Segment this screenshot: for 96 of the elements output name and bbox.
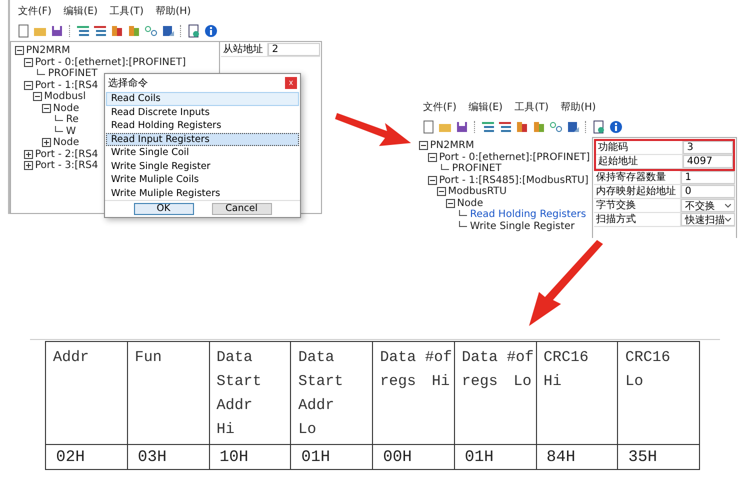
menu-item[interactable]: 编辑(E) bbox=[64, 4, 98, 18]
tree-item[interactable]: PROFINET bbox=[48, 68, 98, 80]
command-item[interactable]: Write Muliple Coils bbox=[106, 173, 299, 186]
table-header-cell: Data #of regs Lo bbox=[454, 342, 536, 444]
close-button[interactable]: x bbox=[285, 77, 297, 89]
list-icon[interactable] bbox=[498, 120, 512, 134]
menu-item[interactable]: 工具(T) bbox=[110, 4, 144, 18]
command-item[interactable]: Write Muliple Registers bbox=[106, 186, 299, 200]
table-header-cell: Data Start Addr Hi bbox=[209, 342, 291, 444]
new-file-icon[interactable] bbox=[421, 120, 435, 134]
table-header-cell: Fun bbox=[127, 342, 209, 444]
table-cell: 01H bbox=[290, 444, 372, 470]
collapse-icon[interactable] bbox=[24, 80, 33, 90]
link-icon[interactable] bbox=[144, 24, 158, 38]
table-header-cell: Addr bbox=[46, 342, 128, 444]
tree-item[interactable]: Port - 0:[ethernet]:[PROFINET] bbox=[35, 56, 186, 68]
table-cell: 03H bbox=[127, 444, 209, 470]
table-cell: 02H bbox=[46, 444, 128, 470]
tree-item[interactable]: Modbusl bbox=[44, 91, 86, 102]
command-item[interactable]: Read Holding Registers bbox=[106, 119, 299, 132]
collapse-icon[interactable] bbox=[428, 152, 437, 162]
property-field[interactable]: 1 bbox=[681, 171, 735, 184]
property-label: 内存映射起始地址 bbox=[594, 185, 681, 198]
tree-item[interactable]: Port - 1:[RS485]:[ModbusRTU] bbox=[439, 174, 589, 186]
property-dropdown[interactable]: 快速扫描 bbox=[681, 213, 735, 226]
collapse-icon[interactable] bbox=[42, 104, 51, 113]
property-dropdown[interactable]: 不交换 bbox=[681, 199, 735, 212]
tree-item[interactable]: Node bbox=[53, 102, 80, 114]
collapse-icon[interactable] bbox=[33, 92, 42, 102]
save-icon[interactable] bbox=[50, 24, 64, 38]
expand-icon[interactable] bbox=[42, 138, 51, 148]
table-header-cell: Data Start Addr Lo bbox=[290, 342, 372, 444]
menu-item[interactable]: 文件(F) bbox=[423, 100, 457, 114]
menu-item[interactable]: 工具(T) bbox=[514, 100, 549, 114]
expand-icon[interactable] bbox=[24, 161, 33, 170]
property-label: 字节交换 bbox=[594, 199, 681, 212]
tree-item[interactable]: PN2MRM bbox=[26, 45, 70, 56]
tree-item[interactable]: PROFINET bbox=[452, 163, 502, 174]
tree-item[interactable]: ModbusRTU bbox=[448, 186, 507, 198]
collapse-icon[interactable] bbox=[446, 198, 455, 208]
ok-button[interactable]: OK bbox=[134, 203, 194, 215]
collapse-icon[interactable] bbox=[419, 141, 428, 150]
info-icon[interactable] bbox=[609, 120, 623, 134]
property-label: 从站地址 bbox=[221, 43, 268, 56]
info-icon[interactable] bbox=[204, 24, 218, 38]
tree-item[interactable]: W bbox=[66, 126, 76, 137]
chevron-down-icon bbox=[725, 204, 731, 208]
collapse-icon[interactable] bbox=[437, 187, 446, 196]
tree-item[interactable]: Node bbox=[457, 198, 484, 209]
dialog-title: 选择命令 bbox=[108, 76, 148, 90]
tree-item[interactable]: PN2MRM bbox=[430, 140, 474, 152]
collapse-icon[interactable] bbox=[24, 58, 33, 67]
menu-item[interactable]: 帮助(H) bbox=[560, 100, 596, 114]
tree-item[interactable]: Read Holding Registers bbox=[470, 209, 586, 220]
menu-item[interactable]: 帮助(H) bbox=[156, 4, 191, 18]
menu-item[interactable]: 文件(F) bbox=[18, 4, 52, 18]
table-cell: 00H bbox=[372, 444, 454, 470]
command-item[interactable]: Read Coils bbox=[106, 92, 299, 106]
tree-item[interactable]: Port - 1:[RS4 bbox=[35, 80, 98, 91]
table-header-cell: Data #of regs Hi bbox=[372, 342, 454, 444]
table-header-cell: CRC16 Hi bbox=[536, 342, 618, 444]
tree-item[interactable]: Port - 3:[RS4 bbox=[35, 160, 98, 172]
property-label: 扫描方式 bbox=[594, 213, 681, 226]
tree-item[interactable]: Port - 0:[ethernet]:[PROFINET] bbox=[439, 152, 590, 163]
tree-item[interactable]: Re bbox=[66, 114, 79, 126]
table-cell: 84H bbox=[536, 444, 618, 470]
save-icon[interactable] bbox=[455, 120, 469, 134]
command-item[interactable]: Read Discrete Inputs bbox=[106, 106, 299, 119]
list-icon[interactable] bbox=[481, 120, 495, 134]
collapse-icon[interactable] bbox=[428, 176, 437, 185]
link-icon[interactable] bbox=[549, 120, 563, 134]
property-label: 保持寄存器数量 bbox=[594, 171, 681, 184]
table-header-cell: CRC16 Lo bbox=[618, 342, 700, 444]
command-item[interactable]: Read Input Registers bbox=[106, 132, 299, 146]
tree-item[interactable]: Port - 2:[RS4 bbox=[35, 148, 98, 160]
chevron-down-icon bbox=[725, 218, 731, 222]
command-item[interactable]: Write Single Register bbox=[106, 160, 299, 173]
list-icon[interactable] bbox=[76, 24, 90, 38]
list-icon[interactable] bbox=[93, 24, 107, 38]
cancel-button[interactable]: Cancel bbox=[212, 203, 272, 215]
table-cell: 01H bbox=[454, 444, 536, 470]
property-field[interactable]: 4097 bbox=[683, 155, 733, 168]
property-label: 功能码 bbox=[596, 141, 683, 154]
command-item[interactable]: Write Single Coil bbox=[106, 146, 299, 160]
new-file-icon[interactable] bbox=[16, 24, 30, 38]
property-field[interactable]: 0 bbox=[681, 185, 735, 198]
collapse-icon[interactable] bbox=[15, 46, 24, 56]
tree-item[interactable]: Node bbox=[53, 137, 80, 148]
property-label: 起始地址 bbox=[596, 155, 683, 168]
property-field[interactable]: 2 bbox=[268, 43, 320, 56]
table-cell: 35H bbox=[618, 444, 700, 470]
tree-item[interactable]: Write Single Register bbox=[470, 220, 575, 232]
menu-item[interactable]: 编辑(E) bbox=[468, 100, 503, 114]
expand-icon[interactable] bbox=[24, 150, 33, 159]
table-cell: 10H bbox=[209, 444, 291, 470]
property-field[interactable]: 3 bbox=[683, 141, 733, 154]
